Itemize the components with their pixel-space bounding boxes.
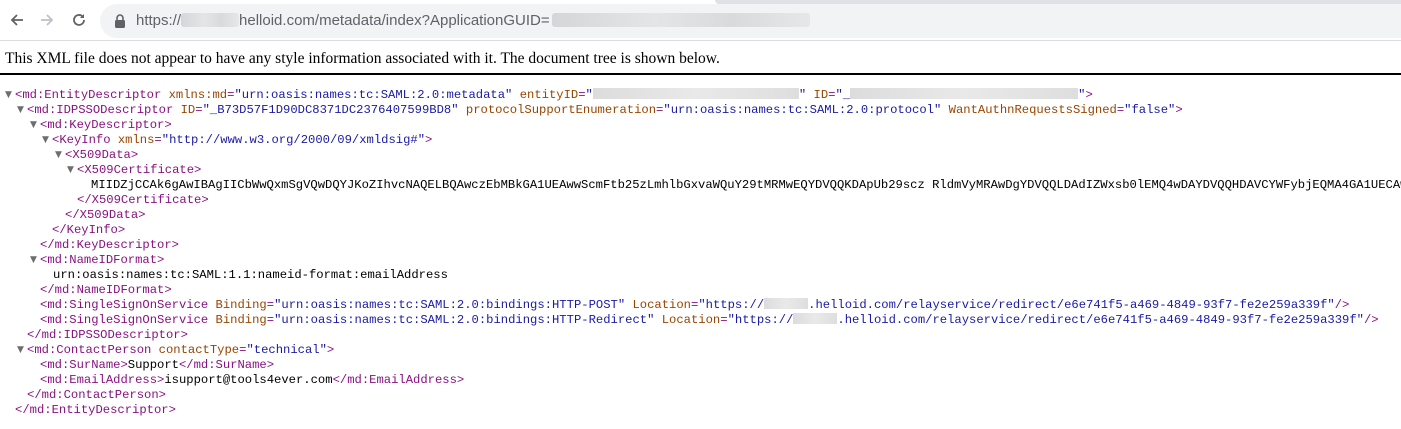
keyinfo-open: <KeyInfo xmlns="http://www.w3.org/2000/0…	[52, 133, 433, 147]
redacted-guid	[551, 13, 810, 27]
url-prefix: https://	[136, 12, 182, 29]
notice-divider	[0, 73, 1401, 75]
sso-service-post: <md:SingleSignOnService Binding="urn:oas…	[40, 298, 1350, 312]
arrow-left-icon	[9, 12, 25, 28]
sso-service-redirect: <md:SingleSignOnService Binding="urn:oas…	[40, 313, 1379, 327]
nameid-format-open: <md:NameIDFormat>	[40, 253, 165, 267]
surname-element: <md:SurName>Support</md:SurName>	[40, 358, 275, 372]
redacted-entity-id	[592, 88, 799, 99]
x509data-open: <X509Data>	[65, 148, 139, 162]
redacted-id	[850, 88, 1079, 99]
collapse-toggle-icon[interactable]: ▼	[17, 343, 27, 358]
x509cert-close: </X509Certificate>	[77, 193, 209, 207]
email-element: <md:EmailAddress>isupport@tools4ever.com…	[40, 373, 465, 387]
idpsso-descriptor-open: <md:IDPSSODescriptor ID="_B73D57F1D90DC8…	[27, 103, 1183, 117]
key-descriptor-open: <md:KeyDescriptor>	[40, 118, 172, 132]
reload-button[interactable]	[68, 9, 90, 31]
address-bar[interactable]: https:// helloid.com/metadata/index?Appli…	[100, 4, 1401, 38]
url-text[interactable]: https:// helloid.com/metadata/index?Appli…	[136, 11, 810, 31]
idpsso-descriptor-close: </md:IDPSSODescriptor>	[27, 328, 188, 342]
collapse-toggle-icon[interactable]: ▼	[30, 118, 40, 133]
redacted-subdomain	[793, 313, 838, 324]
keyinfo-close: </KeyInfo>	[52, 223, 126, 237]
back-button[interactable]	[6, 9, 28, 31]
contact-person-open: <md:ContactPerson contactType="technical…	[27, 343, 335, 357]
nameid-format-value: urn:oasis:names:tc:SAML:1.1:nameid-forma…	[53, 268, 448, 282]
entity-descriptor-close: </md:EntityDescriptor>	[15, 403, 176, 417]
collapse-toggle-icon[interactable]: ▼	[30, 253, 40, 268]
collapse-toggle-icon[interactable]: ▼	[67, 163, 77, 178]
collapse-toggle-icon[interactable]: ▼	[17, 103, 27, 118]
forward-button[interactable]	[36, 9, 58, 31]
url-host: helloid.com/metadata/index?ApplicationGU…	[239, 12, 550, 29]
arrow-right-icon	[39, 12, 55, 28]
entity-descriptor-open: <md:EntityDescriptor xmlns:md="urn:oasis…	[15, 88, 1093, 102]
key-descriptor-close: </md:KeyDescriptor>	[40, 238, 179, 252]
browser-toolbar: https:// helloid.com/metadata/index?Appli…	[0, 0, 1401, 41]
reload-icon	[71, 12, 87, 28]
nameid-format-close: </md:NameIDFormat>	[40, 283, 172, 297]
lock-icon	[114, 14, 128, 28]
redacted-subdomain	[764, 298, 809, 309]
certificate-text: MIIDZjCCAk6gAwIBAgIICbWwQxmSgVQwDQYJKoZI…	[91, 178, 1401, 192]
collapse-toggle-icon[interactable]: ▼	[55, 148, 65, 163]
contact-person-close: </md:ContactPerson>	[27, 388, 166, 402]
x509cert-open: <X509Certificate>	[77, 163, 202, 177]
redacted-subdomain	[181, 13, 240, 27]
collapse-toggle-icon[interactable]: ▼	[5, 88, 15, 103]
xml-style-notice: This XML file does not appear to have an…	[5, 50, 720, 67]
collapse-toggle-icon[interactable]: ▼	[42, 133, 52, 148]
x509data-close: </X509Data>	[65, 208, 146, 222]
